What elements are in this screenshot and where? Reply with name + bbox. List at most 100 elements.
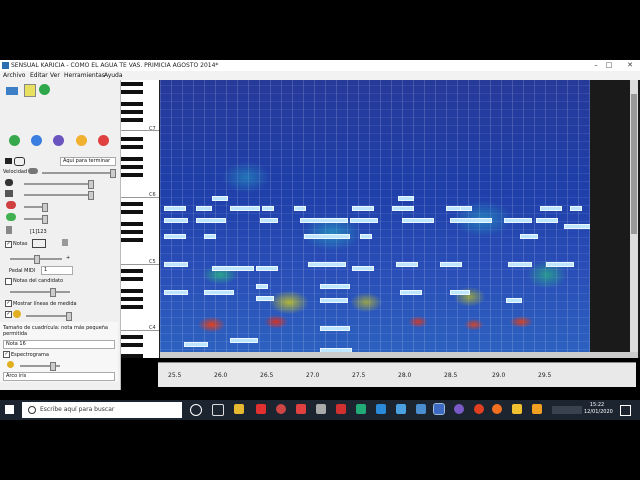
- note-block[interactable]: [304, 234, 350, 239]
- black-key[interactable]: [121, 269, 143, 273]
- note-block[interactable]: [262, 206, 274, 211]
- piano-roll[interactable]: [160, 80, 590, 358]
- settings-icon[interactable]: [316, 404, 326, 414]
- note-block[interactable]: [256, 266, 278, 271]
- play-selection-icon[interactable]: [31, 135, 42, 146]
- vertical-scrollbar[interactable]: [630, 80, 638, 358]
- plus-icon[interactable]: +: [66, 255, 70, 261]
- note-block[interactable]: [320, 284, 350, 289]
- arco-select[interactable]: Arco iris: [3, 372, 115, 381]
- menu-archivo[interactable]: Archivo: [3, 72, 25, 79]
- black-key[interactable]: [121, 157, 143, 161]
- app-icon-circle[interactable]: [276, 404, 286, 414]
- note-block[interactable]: [352, 266, 374, 271]
- note-block[interactable]: [504, 218, 532, 223]
- note-block[interactable]: [164, 206, 186, 211]
- melodyne-icon[interactable]: [433, 403, 445, 415]
- black-key[interactable]: [121, 222, 143, 226]
- note-block[interactable]: [508, 262, 532, 267]
- note-block[interactable]: [570, 206, 582, 211]
- volume-slider-2[interactable]: [24, 191, 94, 200]
- volume-slider-1[interactable]: [24, 180, 94, 189]
- note-block[interactable]: [300, 218, 348, 223]
- timeline[interactable]: 25.5 26.0 26.5 27.0 27.5 28.0 28.5 29.0 …: [158, 362, 636, 387]
- note-block[interactable]: [320, 326, 350, 331]
- note-block[interactable]: [196, 206, 212, 211]
- flash-icon[interactable]: [336, 404, 346, 414]
- note-block[interactable]: [204, 290, 234, 295]
- app-icon-green[interactable]: [356, 404, 366, 414]
- black-key[interactable]: [121, 343, 143, 347]
- note-block[interactable]: [440, 262, 462, 267]
- note-block[interactable]: [450, 218, 492, 223]
- note-block[interactable]: [564, 224, 590, 229]
- piano-keyboard[interactable]: C7 C6 C5 C4: [121, 80, 160, 358]
- horizontal-scrollbar[interactable]: [160, 352, 638, 358]
- black-key[interactable]: [121, 82, 143, 86]
- note-block[interactable]: [212, 266, 254, 271]
- pedal-midi-select[interactable]: 1: [41, 266, 73, 275]
- nota-select[interactable]: Nota 16: [3, 340, 115, 349]
- note-block[interactable]: [212, 196, 228, 201]
- note-block[interactable]: [256, 296, 274, 301]
- app-icon-yellow[interactable]: [512, 404, 522, 414]
- note-block[interactable]: [164, 262, 188, 267]
- lineas-checkbox[interactable]: ✓: [5, 300, 12, 307]
- minimize-button[interactable]: –: [590, 61, 602, 70]
- candidato-checkbox[interactable]: [5, 278, 12, 285]
- black-key[interactable]: [121, 145, 143, 149]
- note-block[interactable]: [392, 206, 414, 211]
- cortana-icon[interactable]: [190, 404, 202, 416]
- note-block[interactable]: [506, 298, 522, 303]
- espectrograma-checkbox[interactable]: ✓: [3, 351, 10, 358]
- pause-icon[interactable]: [76, 135, 87, 146]
- note-block[interactable]: [540, 206, 562, 211]
- note-block[interactable]: [520, 234, 538, 239]
- notas-checkbox[interactable]: ✓: [5, 241, 12, 248]
- note-shape-icon[interactable]: [32, 239, 46, 248]
- note-block[interactable]: [196, 218, 226, 223]
- note-block[interactable]: [184, 342, 208, 347]
- stop-icon[interactable]: [98, 135, 109, 146]
- end-dropdown[interactable]: Aquí para terminar: [60, 157, 116, 166]
- menu-herramientas[interactable]: Herramientas: [64, 72, 105, 79]
- black-key[interactable]: [121, 102, 143, 106]
- task-view-icon[interactable]: [212, 404, 224, 416]
- black-key[interactable]: [121, 297, 143, 301]
- black-key[interactable]: [121, 210, 143, 214]
- app-icon-blue[interactable]: [416, 404, 426, 414]
- speed-slider[interactable]: [42, 169, 116, 178]
- refresh-icon[interactable]: [39, 84, 50, 95]
- black-key[interactable]: [121, 230, 143, 234]
- note-block[interactable]: [350, 218, 378, 223]
- note-block[interactable]: [294, 206, 306, 211]
- black-key[interactable]: [121, 90, 143, 94]
- candidato-slider[interactable]: [10, 288, 70, 297]
- menu-ayuda[interactable]: Ayuda: [104, 72, 123, 79]
- record-icon[interactable]: [5, 158, 12, 164]
- black-key[interactable]: [121, 238, 143, 242]
- note-block[interactable]: [360, 234, 372, 239]
- black-key[interactable]: [121, 277, 143, 281]
- app-icon-red[interactable]: [256, 404, 266, 414]
- note-block[interactable]: [450, 290, 470, 295]
- black-key[interactable]: [121, 118, 143, 122]
- note-block[interactable]: [230, 206, 260, 211]
- black-key[interactable]: [121, 165, 143, 169]
- note-block[interactable]: [536, 218, 558, 223]
- edge-icon[interactable]: [376, 404, 386, 414]
- app-icon-s[interactable]: [296, 404, 306, 414]
- app-icon-purple[interactable]: [454, 404, 464, 414]
- eraser-icon[interactable]: [62, 239, 68, 246]
- brightness-checkbox[interactable]: ✓: [5, 311, 12, 318]
- note-slider[interactable]: [10, 255, 62, 264]
- note-block[interactable]: [546, 262, 574, 267]
- document-icon[interactable]: [24, 84, 36, 97]
- loop-icon[interactable]: [14, 157, 25, 166]
- notifications-icon[interactable]: [620, 405, 631, 416]
- note-block[interactable]: [352, 206, 374, 211]
- note-block[interactable]: [320, 298, 348, 303]
- black-key[interactable]: [121, 354, 143, 358]
- note-block[interactable]: [230, 338, 258, 343]
- firefox-icon[interactable]: [492, 404, 502, 414]
